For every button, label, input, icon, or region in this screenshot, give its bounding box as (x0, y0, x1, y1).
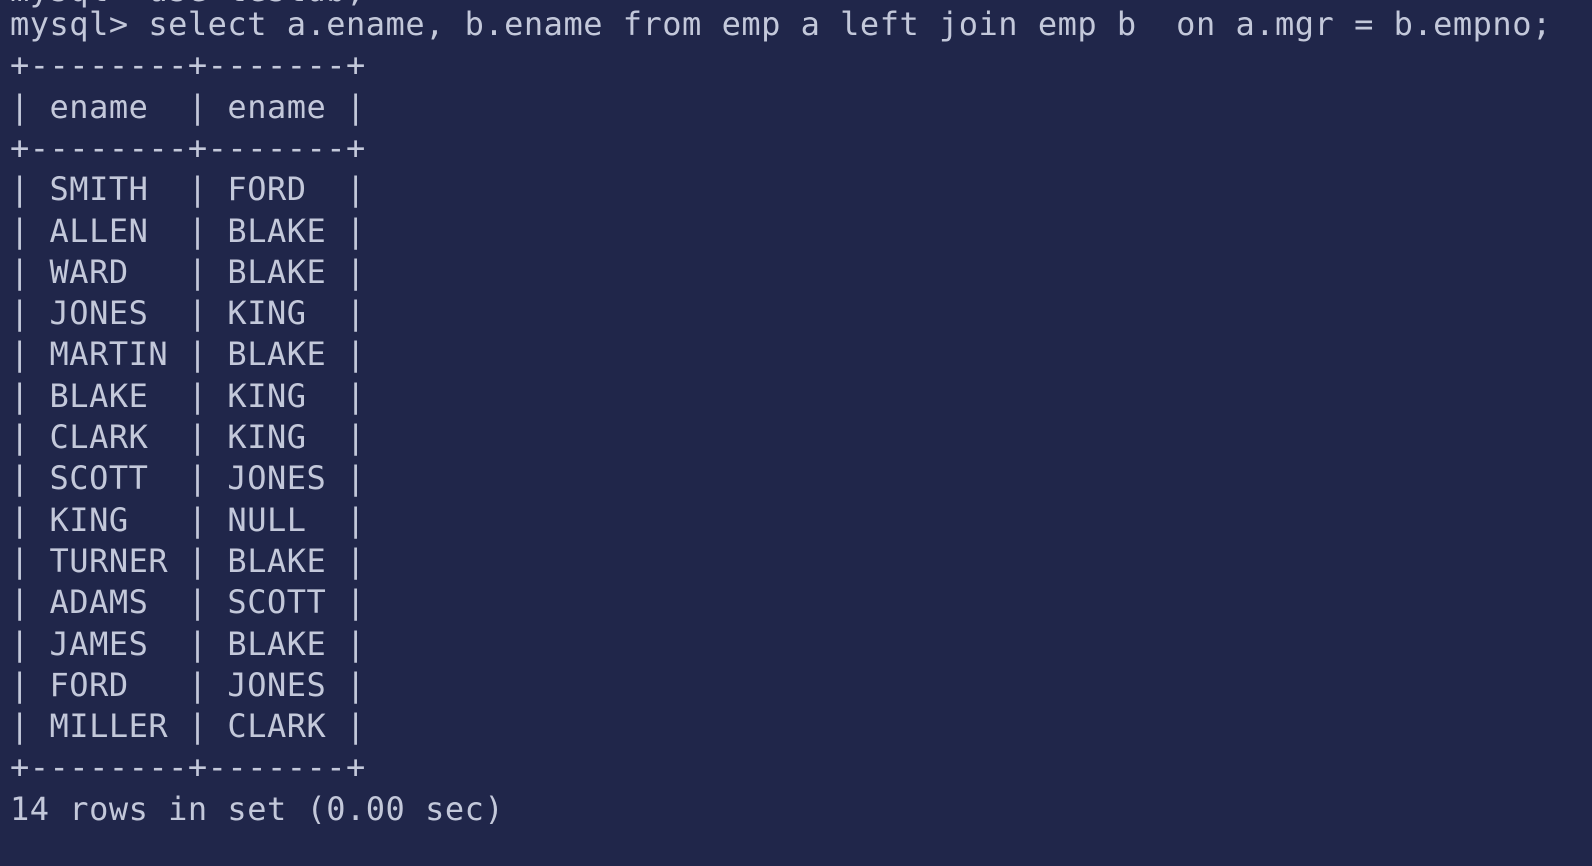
table-cell: KING (227, 294, 307, 333)
table-row: | JAMES | BLAKE | (10, 624, 366, 663)
table-cell: JONES (49, 294, 149, 333)
table-row: | JONES | KING | (10, 294, 366, 333)
table-row: | TURNER | BLAKE | (10, 541, 366, 580)
table-cell: ALLEN (49, 211, 149, 250)
mysql-prompt: mysql> (10, 5, 149, 43)
table-cell: CLARK (49, 418, 149, 456)
table-cell: KING (227, 418, 307, 456)
table-row: | SMITH | FORD | (10, 170, 366, 209)
table-border-bottom: +--------+-------+ (10, 748, 366, 787)
table-row: | SCOTT | JONES | (10, 459, 366, 498)
table-cell: JONES (227, 459, 327, 498)
column-header-cell: ename (227, 87, 327, 126)
table-cell: BLAKE (49, 376, 149, 415)
sql-command: select a.ename, b.ename from emp a left … (148, 5, 1552, 43)
table-cell: BLAKE (227, 335, 327, 374)
table-row: | BLAKE | KING | (10, 376, 366, 415)
table-cell: KING (227, 376, 307, 415)
table-cell: BLAKE (227, 252, 327, 291)
column-header-cell: ename (49, 87, 149, 126)
table-cell: ADAMS (49, 583, 149, 622)
table-cell: WARD (49, 252, 129, 291)
table-cell: BLAKE (227, 211, 327, 250)
table-cell: CLARK (227, 707, 327, 746)
table-row: | MILLER | CLARK | (10, 707, 366, 746)
table-border-top: +--------+-------+ (10, 46, 366, 85)
result-summary: 14 rows in set (0.00 sec) (10, 789, 505, 828)
table-cell: JAMES (49, 624, 149, 663)
table-row: | CLARK | KING | (10, 418, 366, 456)
table-cell: SMITH (49, 170, 149, 209)
table-cell: FORD (49, 665, 129, 704)
table-row: | KING | NULL | (10, 500, 366, 539)
table-border-header: +--------+-------+ (10, 128, 366, 167)
table-row: | ALLEN | BLAKE | (10, 211, 366, 250)
table-cell: MARTIN (49, 335, 169, 374)
table-cell: TURNER (49, 541, 169, 580)
table-row: | ADAMS | SCOTT | (10, 583, 366, 622)
table-cell: MILLER (49, 707, 169, 746)
table-cell: SCOTT (227, 583, 327, 622)
table-cell: JONES (227, 665, 327, 704)
terminal-window[interactable]: mysql> use testdb; mysql> select a.ename… (0, 0, 1592, 866)
table-cell: SCOTT (49, 459, 149, 498)
table-row: | WARD | BLAKE | (10, 252, 366, 291)
table-cell: KING (49, 500, 129, 539)
table-cell: BLAKE (227, 541, 327, 580)
table-header-row: | ename | ename | (10, 87, 366, 126)
table-cell: BLAKE (227, 624, 327, 663)
table-row: | FORD | JONES | (10, 665, 366, 704)
table-cell: FORD (227, 170, 307, 209)
command-line: mysql> select a.ename, b.ename from emp … (10, 4, 1552, 45)
table-row: | MARTIN | BLAKE | (10, 335, 366, 374)
table-cell: NULL (227, 500, 307, 539)
